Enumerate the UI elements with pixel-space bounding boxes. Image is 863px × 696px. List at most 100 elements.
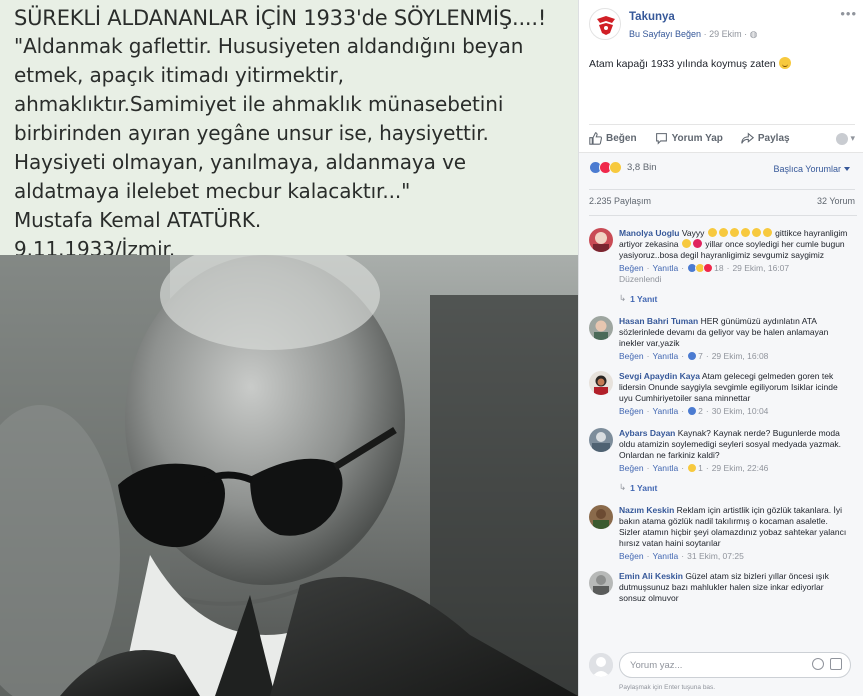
globe-icon: ◍ bbox=[749, 29, 758, 39]
view-replies-link[interactable]: ↳ 1 Yanıt bbox=[619, 482, 857, 493]
comment-reactions[interactable] bbox=[687, 463, 698, 473]
comment-composer: Yorum yaz... bbox=[589, 651, 855, 681]
comment-reply-link[interactable]: Yanıtla bbox=[652, 263, 678, 273]
post-text: Atam kapağı 1933 yılında koymuş zaten bbox=[589, 57, 791, 70]
haha-reaction-icon bbox=[609, 161, 622, 174]
quote-line: ahmaklıktır.Samimiyet ile ahmaklık münas… bbox=[14, 92, 504, 116]
post-image[interactable]: SÜREKLİ ALDANANLAR İÇİN 1933'de SÖYLENMİ… bbox=[0, 0, 578, 696]
comment-reactions[interactable] bbox=[687, 406, 698, 416]
user-avatar bbox=[836, 132, 849, 145]
comment-reply-link[interactable]: Yanıtla bbox=[652, 551, 678, 561]
comment-reply-link[interactable]: Yanıtla bbox=[652, 406, 678, 416]
comment-body: Aybars Dayan Kaynak? Kaynak nerde? Bugun… bbox=[619, 428, 842, 460]
comment-body: Sevgi Apaydin Kaya Atam gelecegi gelmede… bbox=[619, 371, 838, 403]
comment-like-link[interactable]: Beğen bbox=[619, 351, 644, 361]
emoji-icon bbox=[681, 239, 703, 249]
more-icon[interactable]: ••• bbox=[840, 6, 857, 21]
comment-author[interactable]: Emin Ali Keskin bbox=[619, 571, 683, 581]
quote-author: Mustafa Kemal ATATÜRK. bbox=[14, 208, 262, 232]
comment-time[interactable]: 29 Ekim, 16:08 bbox=[712, 351, 769, 361]
comment-author[interactable]: Sevgi Apaydin Kaya bbox=[619, 371, 700, 381]
comment-time[interactable]: 29 Ekim, 16:07 bbox=[732, 263, 789, 273]
reply-arrow-icon: ↳ bbox=[619, 293, 627, 303]
comment-author[interactable]: Aybars Dayan bbox=[619, 428, 675, 438]
comment-button[interactable]: Yorum Yap bbox=[655, 132, 723, 145]
feedback-section: 3,8 Bin Başlıca Yorumlar 2.235 Paylaşım … bbox=[579, 152, 863, 696]
camera-icon[interactable] bbox=[830, 658, 842, 670]
reaction-count: 3,8 Bin bbox=[627, 162, 657, 173]
comment-reaction-count: 7 bbox=[698, 351, 703, 361]
quote-line: aldatmaya ilelebet mecbur kalacaktır..." bbox=[14, 179, 411, 203]
composer-hint: Paylaşmak için Enter tuşuna bas. bbox=[619, 684, 716, 691]
share-button[interactable]: Paylaş bbox=[741, 132, 790, 145]
comment-like-link[interactable]: Beğen bbox=[619, 463, 644, 473]
comment-time[interactable]: 30 Ekim, 10:04 bbox=[712, 406, 769, 416]
comment-author[interactable]: Manolya Uoglu bbox=[619, 228, 679, 238]
comment-input[interactable]: Yorum yaz... bbox=[619, 652, 851, 678]
reply-arrow-icon: ↳ bbox=[619, 482, 627, 492]
comment-body: Hasan Bahri Tuman HER günümüzü aydınlatı… bbox=[619, 316, 829, 348]
comment: Aybars Dayan Kaynak? Kaynak nerde? Bugun… bbox=[589, 428, 857, 493]
comment-reactions[interactable] bbox=[687, 263, 714, 273]
page-logo-icon[interactable] bbox=[589, 8, 621, 40]
comment-like-link[interactable]: Beğen bbox=[619, 263, 644, 273]
avatar[interactable] bbox=[589, 428, 613, 452]
comment: Manolya Uoglu Vayyy gittikce hayranligim… bbox=[589, 228, 857, 304]
reactions-summary[interactable]: 3,8 Bin bbox=[589, 161, 657, 174]
comment-actions: Beğen · Yanıtla · 1 · 29 Ekim, 22:46 bbox=[619, 463, 769, 473]
comment-reactions[interactable] bbox=[687, 351, 698, 361]
comment-actions: Beğen · Yanıtla · 7 · 29 Ekim, 16:08 bbox=[619, 351, 769, 361]
quote-text-block: SÜREKLİ ALDANANLAR İÇİN 1933'de SÖYLENMİ… bbox=[0, 0, 578, 268]
post-panel: Takunya Bu Sayfayı Beğen · 29 Ekim · ◍ •… bbox=[578, 0, 863, 696]
comment: Emin Ali Keskin Güzel atam siz bizleri y… bbox=[589, 571, 857, 601]
comment: Hasan Bahri Tuman HER günümüzü aydınlatı… bbox=[589, 316, 857, 361]
post-text-body: Atam kapağı 1933 yılında koymuş zaten bbox=[589, 58, 776, 70]
quote-line: etmek, apaçık itimadı yitirmektir, bbox=[14, 63, 344, 87]
view-replies-link[interactable]: ↳ 1 Yanıt bbox=[619, 293, 857, 304]
quote-heading: SÜREKLİ ALDANANLAR İÇİN 1933'de SÖYLENMİ… bbox=[14, 6, 547, 30]
comment-author[interactable]: Hasan Bahri Tuman bbox=[619, 316, 698, 326]
comment-author[interactable]: Nazım Keskin bbox=[619, 505, 674, 515]
comment-like-link[interactable]: Beğen bbox=[619, 406, 644, 416]
chevron-down-icon: ▾ bbox=[850, 133, 855, 143]
share-icon bbox=[741, 132, 754, 144]
comment-actions: Beğen · Yanıtla · 31 Ekim, 07:25 bbox=[619, 551, 744, 561]
emoji-picker-icon[interactable] bbox=[812, 658, 824, 670]
comment: Sevgi Apaydin Kaya Atam gelecegi gelmede… bbox=[589, 371, 857, 416]
avatar[interactable] bbox=[589, 505, 613, 529]
comment-sort-dropdown[interactable]: Başlıca Yorumlar bbox=[773, 164, 850, 174]
post-stats: 2.235 Paylaşım 32 Yorum bbox=[589, 189, 855, 206]
comment-reaction-count: 2 bbox=[698, 406, 703, 416]
comment-edited-label[interactable]: Düzenlendi bbox=[619, 274, 857, 284]
comment: Nazım Keskin Reklam için artistlik için … bbox=[589, 505, 857, 561]
avatar[interactable] bbox=[589, 228, 613, 252]
comment-time[interactable]: 29 Ekim, 22:46 bbox=[712, 463, 769, 473]
like-page-link[interactable]: Bu Sayfayı Beğen bbox=[629, 29, 701, 39]
like-button[interactable]: Beğen bbox=[589, 132, 637, 145]
emoji-icon bbox=[707, 228, 773, 238]
avatar[interactable] bbox=[589, 371, 613, 395]
smile-emoji-icon bbox=[778, 57, 791, 69]
comment-reaction-count: 18 bbox=[714, 263, 724, 273]
comment-actions: Beğen · Yanıtla · 2 · 30 Ekim, 10:04 bbox=[619, 406, 769, 416]
like-icon bbox=[589, 132, 602, 145]
identity-selector[interactable]: ▾ bbox=[836, 132, 855, 145]
post-header: Takunya Bu Sayfayı Beğen · 29 Ekim · ◍ •… bbox=[589, 6, 859, 44]
avatar[interactable] bbox=[589, 316, 613, 340]
portrait-photo bbox=[0, 255, 578, 696]
comment-count[interactable]: 32 Yorum bbox=[817, 196, 855, 206]
quote-line: "Aldanmak gaflettir. Hususiyeten aldandı… bbox=[14, 34, 524, 58]
comment-like-link[interactable]: Beğen bbox=[619, 551, 644, 561]
comment-body: Nazım Keskin Reklam için artistlik için … bbox=[619, 505, 847, 548]
comment-reply-link[interactable]: Yanıtla bbox=[652, 463, 678, 473]
share-count[interactable]: 2.235 Paylaşım bbox=[589, 196, 651, 206]
avatar[interactable] bbox=[589, 571, 613, 595]
comment-time[interactable]: 31 Ekim, 07:25 bbox=[687, 551, 744, 561]
post-action-bar: Beğen Yorum Yap Paylaş ▾ bbox=[589, 124, 855, 148]
post-date[interactable]: 29 Ekim bbox=[709, 29, 742, 39]
page-name[interactable]: Takunya bbox=[629, 11, 675, 23]
quote-line: birbirinden ayıran yegâne unsur ise, hay… bbox=[14, 121, 489, 145]
composer-tools bbox=[812, 658, 842, 670]
quote-line: Haysiyeti olmayan, yanılmaya, aldanmaya … bbox=[14, 150, 467, 174]
comment-reply-link[interactable]: Yanıtla bbox=[652, 351, 678, 361]
